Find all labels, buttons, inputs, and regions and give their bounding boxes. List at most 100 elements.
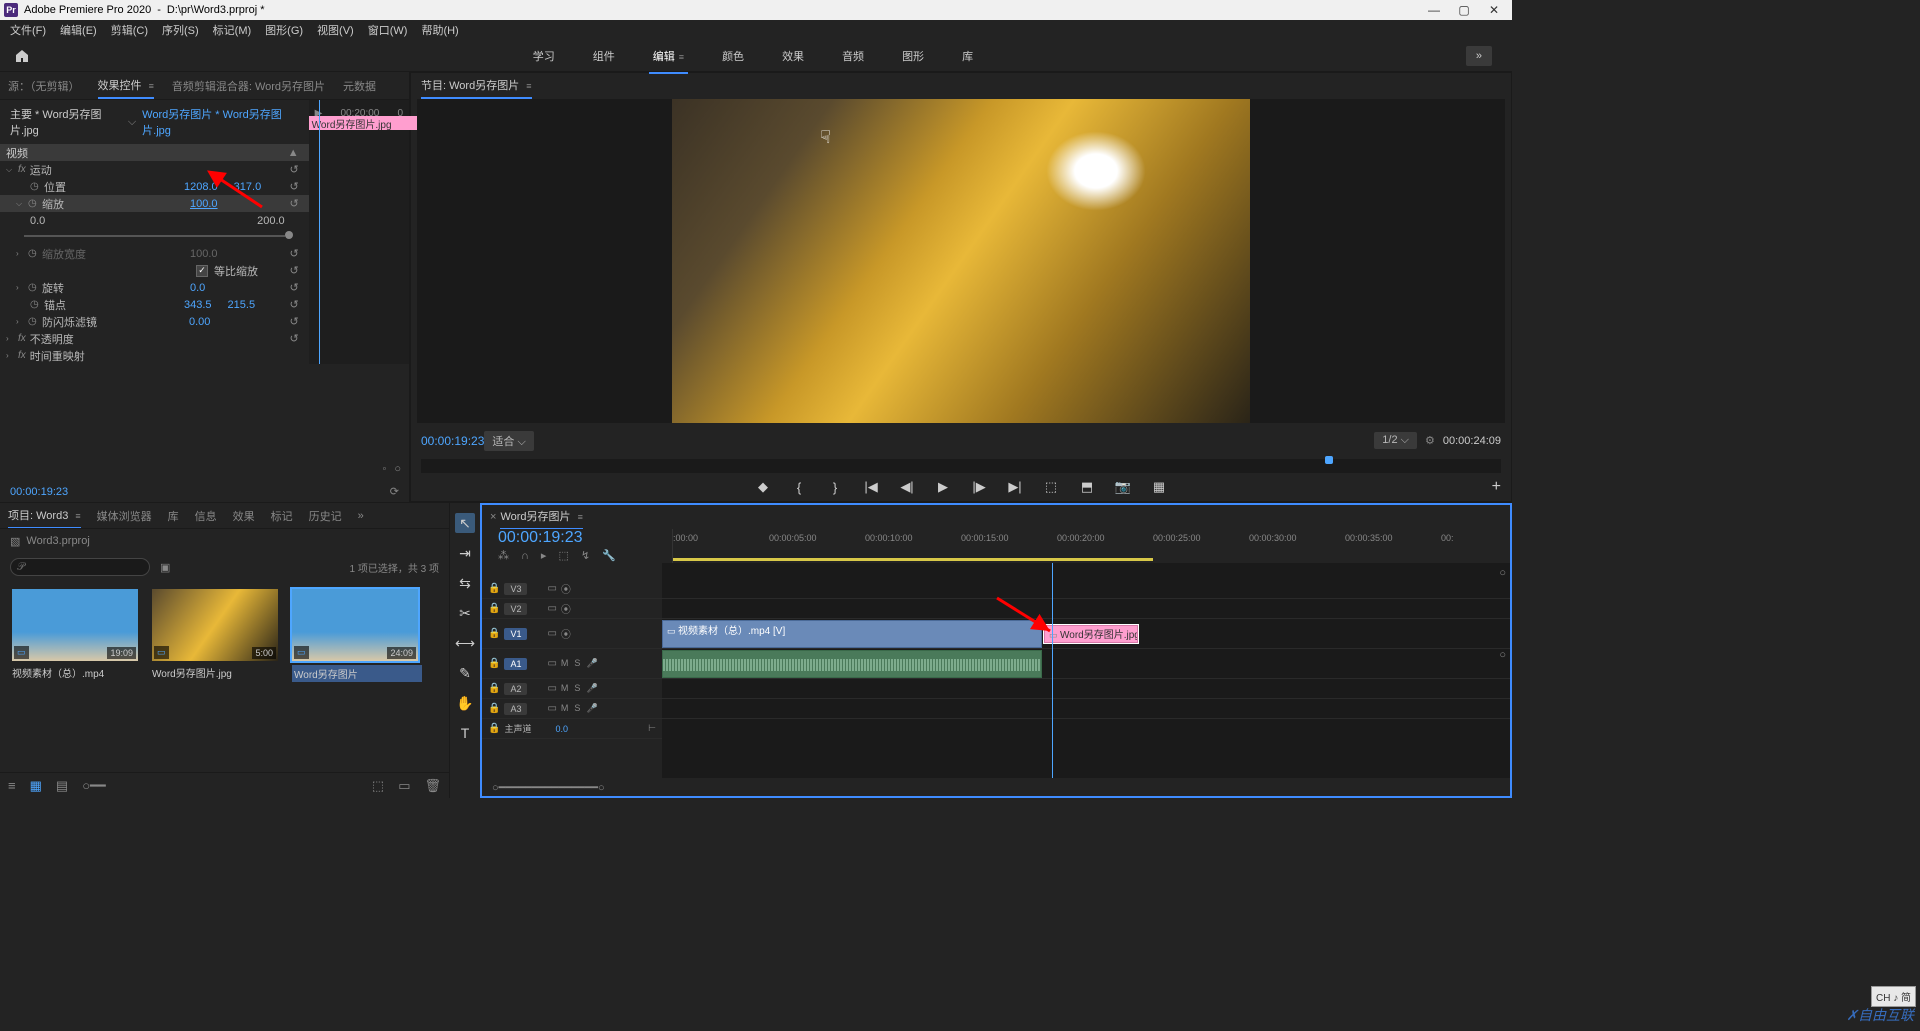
lock-icon[interactable]: 🔒: [488, 628, 500, 639]
menu-sequence[interactable]: 序列(S): [156, 20, 205, 40]
reset-icon[interactable]: ↺: [289, 163, 302, 176]
mute-button[interactable]: M: [561, 683, 569, 694]
tl-snap-icon[interactable]: ⁂: [498, 549, 509, 562]
workspace-effects[interactable]: 效果: [778, 42, 808, 70]
workspace-color[interactable]: 颜色: [718, 42, 748, 70]
mini-clip[interactable]: Word另存图片.jpg: [309, 116, 429, 130]
reset-icon[interactable]: ↺: [289, 281, 302, 294]
position-y[interactable]: 317.0: [226, 181, 270, 193]
track-toggle-icon[interactable]: ▭: [547, 583, 556, 594]
razor-tool-icon[interactable]: ✂: [455, 603, 475, 623]
tl-marker-icon[interactable]: ▸: [541, 549, 547, 562]
stopwatch-icon[interactable]: ◷: [28, 282, 42, 293]
reset-icon[interactable]: ↺: [289, 264, 302, 277]
uniform-checkbox[interactable]: ✓: [196, 265, 208, 277]
close-button[interactable]: ✕: [1480, 1, 1508, 19]
project-tab[interactable]: 项目: Word3 ≡: [8, 503, 81, 529]
minimize-button[interactable]: —: [1420, 1, 1448, 19]
program-fit-select[interactable]: 适合 ⌵: [484, 431, 533, 451]
video-clip[interactable]: ▭ 视频素材（总）.mp4 [V]: [662, 620, 1042, 648]
mark-in-icon[interactable]: ◆: [754, 479, 772, 495]
lock-icon[interactable]: 🔒: [488, 703, 500, 714]
track-toggle-icon[interactable]: ▭: [547, 658, 556, 669]
timeline-current-time[interactable]: 00:00:19:23: [492, 529, 672, 547]
rotation-value[interactable]: 0.0: [182, 282, 222, 294]
workspace-libraries[interactable]: 库: [958, 42, 977, 70]
track-v2-label[interactable]: V2: [504, 603, 527, 615]
menu-help[interactable]: 帮助(H): [415, 20, 464, 40]
workspace-graphics[interactable]: 图形: [898, 42, 928, 70]
voice-icon[interactable]: 🎤: [586, 683, 597, 694]
reset-icon[interactable]: ↺: [289, 247, 302, 260]
home-button[interactable]: [4, 41, 40, 71]
workspace-audio[interactable]: 音频: [838, 42, 868, 70]
workspace-overflow[interactable]: »: [1466, 46, 1492, 66]
solo-button[interactable]: S: [574, 703, 580, 714]
project-search-input[interactable]: 𝒫: [10, 558, 150, 576]
twirl-icon[interactable]: ›: [6, 351, 18, 360]
keyframe-nav-icon[interactable]: ◦: [382, 463, 386, 481]
image-clip[interactable]: ▭ Word另存图片.jpg: [1044, 625, 1138, 643]
project-thumbnail[interactable]: ▭ 5:00: [152, 589, 278, 661]
twirl-icon[interactable]: ⌵: [16, 199, 28, 209]
voice-icon[interactable]: 🎤: [586, 658, 597, 669]
step-fwd-icon[interactable]: |▶: [970, 479, 988, 495]
project-item[interactable]: ▭ 19:09 视频素材（总）.mp4: [12, 589, 142, 680]
clear-icon[interactable]: 🗑: [424, 778, 441, 794]
reset-icon[interactable]: ↺: [289, 298, 302, 311]
type-tool-icon[interactable]: T: [455, 723, 475, 743]
hand-tool-icon[interactable]: ✋: [455, 693, 475, 713]
workspace-editing[interactable]: 编辑≡: [649, 42, 688, 70]
motion-label[interactable]: 运动: [30, 162, 52, 178]
track-toggle-icon[interactable]: ▭: [547, 628, 556, 639]
time-remap-label[interactable]: 时间重映射: [30, 348, 85, 364]
history-tab[interactable]: 历史记: [309, 504, 342, 528]
program-current-time[interactable]: 00:00:19:23: [421, 434, 484, 448]
source-tab-none[interactable]: 源：（无剪辑）: [8, 74, 80, 98]
scale-slider[interactable]: [24, 235, 285, 237]
twirl-icon[interactable]: ›: [16, 249, 28, 258]
goto-out-icon[interactable]: ▶|: [1006, 479, 1024, 495]
tl-link-icon[interactable]: ∩: [521, 550, 529, 562]
selection-tool-icon[interactable]: ↖: [455, 513, 475, 533]
anchor-y[interactable]: 215.5: [220, 299, 264, 311]
mute-button[interactable]: M: [561, 703, 569, 714]
master-expand-icon[interactable]: ⊢: [648, 723, 656, 734]
source-loop-icon[interactable]: ⟳: [390, 485, 399, 498]
project-item-name[interactable]: Word另存图片: [292, 665, 422, 682]
lock-icon[interactable]: 🔒: [488, 683, 500, 694]
track-toggle-icon[interactable]: ▭: [547, 703, 556, 714]
keyframe-nav-icon[interactable]: ○: [394, 463, 401, 481]
panel-menu-icon[interactable]: ≡: [526, 81, 531, 91]
track-v3-label[interactable]: V3: [504, 583, 527, 595]
chevron-down-icon[interactable]: ⌵: [128, 116, 136, 129]
view-list-icon[interactable]: ≡: [8, 778, 16, 793]
tl-wrench-icon[interactable]: 🔧: [602, 549, 616, 562]
menu-window[interactable]: 窗口(W): [362, 20, 414, 40]
slider-handle[interactable]: [285, 231, 293, 239]
new-bin-icon[interactable]: ⬚: [372, 778, 384, 794]
project-item-name[interactable]: 视频素材（总）.mp4: [12, 665, 142, 680]
program-zoom-select[interactable]: 1/2 ⌵: [1374, 432, 1417, 449]
scale-value[interactable]: 100.0: [182, 198, 226, 210]
compare-icon[interactable]: ▦: [1150, 479, 1168, 495]
pen-tool-icon[interactable]: ✎: [455, 663, 475, 683]
track-a3-label[interactable]: A3: [504, 703, 527, 715]
program-tab[interactable]: 节目: Word另存图片 ≡: [421, 73, 532, 99]
effects-tab[interactable]: 效果: [233, 504, 255, 528]
reset-icon[interactable]: ↺: [289, 315, 302, 328]
stopwatch-icon[interactable]: ◷: [28, 316, 42, 327]
libraries-tab[interactable]: 库: [168, 504, 179, 528]
step-back-icon[interactable]: ◀|: [898, 479, 916, 495]
anchor-x[interactable]: 343.5: [176, 299, 220, 311]
track-a2-label[interactable]: A2: [504, 683, 527, 695]
new-item-icon[interactable]: ▭: [398, 778, 410, 794]
twirl-icon[interactable]: ›: [16, 317, 28, 326]
source-tab-metadata[interactable]: 元数据: [343, 74, 376, 98]
opacity-label[interactable]: 不透明度: [30, 331, 74, 347]
source-tab-audio-mixer[interactable]: 音频剪辑混合器: Word另存图片: [172, 74, 325, 98]
media-browser-tab[interactable]: 媒体浏览器: [97, 504, 152, 528]
tabs-overflow-icon[interactable]: »: [358, 510, 364, 522]
timeline-playhead[interactable]: [1052, 563, 1053, 778]
lock-icon[interactable]: 🔒: [488, 583, 500, 594]
